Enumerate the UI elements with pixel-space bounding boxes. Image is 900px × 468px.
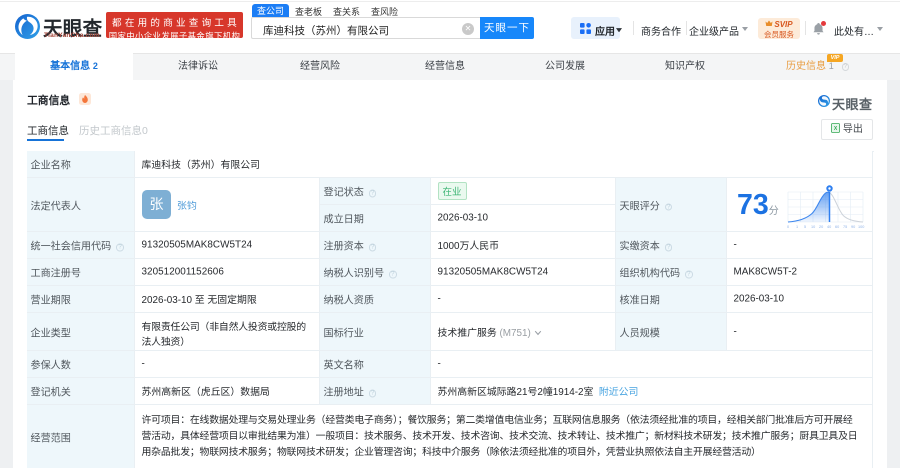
svg-text:40: 40 — [827, 225, 831, 229]
svg-text:90: 90 — [851, 225, 855, 229]
svg-text:10: 10 — [811, 225, 815, 229]
svg-text:20: 20 — [819, 225, 823, 229]
svg-text:5: 5 — [804, 225, 806, 229]
svg-text:0: 0 — [787, 225, 789, 229]
svg-text:100: 100 — [858, 225, 864, 229]
svg-text:60: 60 — [835, 225, 839, 229]
svg-text:1: 1 — [796, 225, 798, 229]
svg-text:75: 75 — [843, 225, 847, 229]
